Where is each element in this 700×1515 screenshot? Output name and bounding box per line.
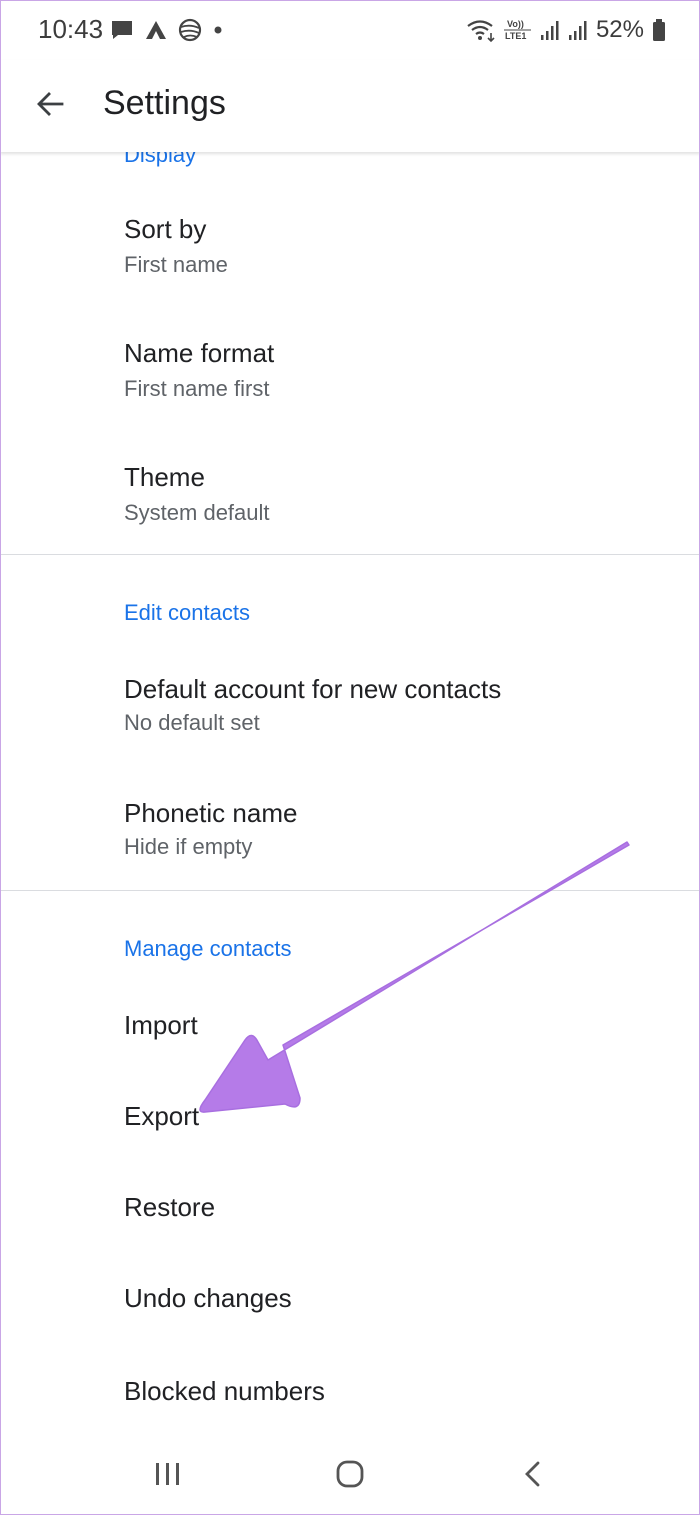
- setting-title: Theme: [124, 462, 205, 492]
- status-system-icons: Vo)) LTE1 52%: [466, 14, 666, 46]
- section-divider: [0, 890, 700, 891]
- setting-blocked-numbers[interactable]: Blocked numbers: [0, 1344, 700, 1430]
- setting-subtitle: First name first: [124, 376, 270, 401]
- home-button[interactable]: [320, 1444, 380, 1504]
- recents-button[interactable]: [138, 1444, 198, 1504]
- globe-icon: [178, 18, 202, 42]
- setting-sort-by[interactable]: Sort by First name: [0, 188, 700, 312]
- message-icon: [112, 21, 132, 39]
- setting-export[interactable]: Export: [0, 1071, 700, 1162]
- setting-title: Default account for new contacts: [124, 674, 502, 704]
- setting-title: Name format: [124, 338, 275, 368]
- recents-icon: [156, 1463, 179, 1485]
- back-button[interactable]: [26, 80, 74, 128]
- system-nav-bar: [0, 1430, 700, 1515]
- dot-icon: [214, 26, 222, 34]
- volte-icon: Vo)) LTE1: [503, 19, 531, 41]
- section-divider: [0, 554, 700, 555]
- setting-title: Undo changes: [124, 1283, 292, 1313]
- setting-subtitle: System default: [124, 500, 270, 525]
- page-title: Settings: [103, 84, 226, 122]
- status-notification-icons: [110, 16, 224, 44]
- battery-percentage: 52%: [595, 16, 644, 43]
- setting-title: Export: [124, 1101, 200, 1131]
- setting-import[interactable]: Import: [0, 980, 700, 1071]
- battery-icon: [653, 19, 665, 41]
- nav-back-icon: [525, 1461, 540, 1487]
- setting-subtitle: No default set: [124, 710, 260, 735]
- signal-icon: [540, 21, 559, 40]
- setting-name-format[interactable]: Name format First name first: [0, 312, 700, 436]
- setting-subtitle: First name: [124, 252, 228, 277]
- svg-text:Vo)): Vo)): [507, 19, 524, 29]
- setting-title: Import: [124, 1010, 198, 1040]
- setting-title: Phonetic name: [124, 798, 298, 828]
- setting-default-account[interactable]: Default account for new contacts No defa…: [0, 648, 700, 772]
- section-header-manage-contacts: Manage contacts: [124, 936, 292, 961]
- signal-icon: [568, 21, 587, 40]
- setting-theme[interactable]: Theme System default: [0, 436, 700, 554]
- app-bar: Settings: [0, 60, 700, 152]
- arrow-back-icon: [37, 92, 64, 116]
- setting-restore[interactable]: Restore: [0, 1162, 700, 1253]
- svg-text:LTE1: LTE1: [505, 31, 526, 41]
- app-icon: [146, 21, 166, 39]
- setting-subtitle: Hide if empty: [124, 834, 253, 859]
- wifi-icon: [467, 20, 495, 43]
- setting-title: Restore: [124, 1192, 216, 1222]
- setting-phonetic-name[interactable]: Phonetic name Hide if empty: [0, 772, 700, 890]
- status-bar: 10:43 Vo)) LTE1 52%: [0, 0, 700, 60]
- setting-title: Blocked numbers: [124, 1376, 325, 1406]
- home-icon: [336, 1460, 364, 1488]
- nav-back-button[interactable]: [503, 1444, 563, 1504]
- status-time: 10:43: [38, 14, 104, 44]
- setting-title: Sort by: [124, 214, 207, 244]
- section-header-edit-contacts: Edit contacts: [124, 600, 250, 625]
- setting-undo-changes[interactable]: Undo changes: [0, 1253, 700, 1344]
